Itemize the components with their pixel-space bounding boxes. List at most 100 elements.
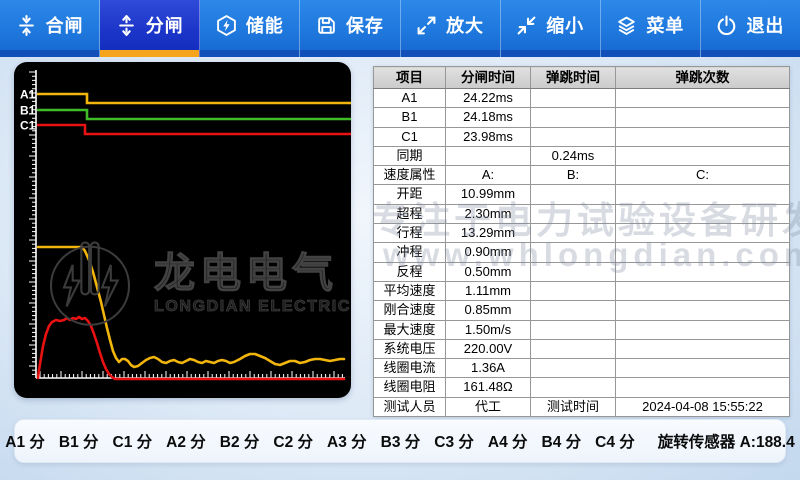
trace-label: A1	[20, 88, 36, 102]
table-cell: 161.48Ω	[446, 378, 531, 397]
travel-curve	[38, 247, 344, 367]
results-table: 项目分闸时间弹跳时间弹跳次数 A124.22msB124.18msC123.98…	[373, 66, 790, 417]
table-cell: 速度属性	[374, 166, 446, 185]
contact-trace-C1	[37, 125, 351, 134]
table-cell: 最大速度	[374, 320, 446, 339]
table-cell: 24.18ms	[446, 108, 531, 127]
toolbar: 合闸 分闸 储能 保存 放大 缩小 菜单 退出	[0, 0, 800, 57]
column-header: 弹跳次数	[616, 67, 790, 89]
close-contacts-icon	[16, 15, 37, 36]
phase-status-item: A4 分	[488, 430, 528, 452]
table-cell	[616, 224, 790, 243]
table-cell: 系统电压	[374, 339, 446, 358]
table-cell: 10.99mm	[446, 185, 531, 204]
table-cell	[616, 108, 790, 127]
table-cell	[616, 243, 790, 262]
zoom-in-icon	[416, 15, 437, 36]
table-row: A124.22ms	[374, 89, 790, 108]
column-header: 项目	[374, 67, 446, 89]
phase-status-item: B4 分	[542, 430, 582, 452]
phase-status-item: A3 分	[327, 430, 367, 452]
table-row: 平均速度1.11mm	[374, 281, 790, 300]
trace-label: B1	[20, 104, 36, 118]
table-cell	[616, 89, 790, 108]
table-cell	[531, 301, 616, 320]
table-cell	[531, 320, 616, 339]
table-cell	[531, 127, 616, 146]
tab-label: 保存	[346, 12, 384, 38]
tab-label: 储能	[246, 12, 284, 38]
table-cell: 0.50mm	[446, 262, 531, 281]
exit-icon	[716, 15, 737, 36]
table-cell	[446, 146, 531, 165]
phase-status-item: C4 分	[595, 430, 635, 452]
table-cell	[531, 378, 616, 397]
table-cell: C1	[374, 127, 446, 146]
table-cell: 开距	[374, 185, 446, 204]
phase-status-item: C2 分	[273, 430, 313, 452]
table-cell: 测试人员	[374, 397, 446, 416]
waveform-panel: A1B1C1 龙电电气 LONGDIAN ELECTRIC Grid Time …	[14, 62, 351, 398]
rotary-sensor-reading: 旋转传感器 A:188.4	[658, 430, 795, 452]
tab-energy-storage[interactable]: 储能	[200, 0, 300, 57]
table-row: 线圈电流1.36A	[374, 359, 790, 378]
table-cell	[531, 359, 616, 378]
tab-exit[interactable]: 退出	[701, 0, 800, 57]
table-cell: 13.29mm	[446, 224, 531, 243]
contact-trace-A1	[37, 94, 351, 103]
table-row: 测试人员代工测试时间2024-04-08 15:55:22	[374, 397, 790, 416]
table-cell: 反程	[374, 262, 446, 281]
save-icon	[316, 15, 337, 36]
table-cell	[616, 281, 790, 300]
tab-label: 合闸	[46, 12, 84, 38]
table-cell	[531, 224, 616, 243]
tab-label: 缩小	[546, 12, 584, 38]
table-row: 开距10.99mm	[374, 185, 790, 204]
menu-icon	[616, 15, 637, 36]
table-row: 反程0.50mm	[374, 262, 790, 281]
tab-zoom-in[interactable]: 放大	[401, 0, 501, 57]
tab-save[interactable]: 保存	[300, 0, 400, 57]
phase-status-bar: A1 分B1 分C1 分A2 分B2 分C2 分A3 分B3 分C3 分A4 分…	[14, 419, 786, 463]
table-row: 行程13.29mm	[374, 224, 790, 243]
table-row: C123.98ms	[374, 127, 790, 146]
coil-current-curve	[38, 317, 344, 379]
trace-label: C1	[20, 119, 36, 133]
tab-zoom-out[interactable]: 缩小	[501, 0, 601, 57]
table-cell: 同期	[374, 146, 446, 165]
phase-status-item: A2 分	[166, 430, 206, 452]
table-cell: 行程	[374, 224, 446, 243]
tab-label: 菜单	[646, 12, 684, 38]
table-cell	[531, 281, 616, 300]
tab-label: 放大	[446, 12, 484, 38]
table-cell: 测试时间	[531, 397, 616, 416]
table-cell: 1.11mm	[446, 281, 531, 300]
phase-status-item: C1 分	[113, 430, 153, 452]
table-cell	[616, 185, 790, 204]
energy-storage-icon	[216, 15, 237, 36]
tab-open-contacts[interactable]: 分闸	[100, 0, 200, 57]
table-cell	[616, 146, 790, 165]
table-cell: 1.50m/s	[446, 320, 531, 339]
table-row: 冲程0.90mm	[374, 243, 790, 262]
table-cell: 超程	[374, 204, 446, 223]
phase-status-item: B1 分	[59, 430, 99, 452]
tab-label: 分闸	[146, 12, 184, 38]
table-cell	[616, 359, 790, 378]
tab-label: 退出	[746, 12, 784, 38]
table-cell: 代工	[446, 397, 531, 416]
table-cell: 2024-04-08 15:55:22	[616, 397, 790, 416]
phase-status-item: B2 分	[220, 430, 260, 452]
table-cell	[531, 339, 616, 358]
table-cell: 线圈电流	[374, 359, 446, 378]
table-row: 最大速度1.50m/s	[374, 320, 790, 339]
table-cell: C:	[616, 166, 790, 185]
tab-menu[interactable]: 菜单	[601, 0, 701, 57]
column-header: 分闸时间	[446, 67, 531, 89]
table-cell: A1	[374, 89, 446, 108]
table-cell: 220.00V	[446, 339, 531, 358]
table-header-row: 项目分闸时间弹跳时间弹跳次数	[374, 67, 790, 89]
tab-close-contacts[interactable]: 合闸	[0, 0, 100, 57]
table-cell	[531, 262, 616, 281]
table-cell: 0.24ms	[531, 146, 616, 165]
